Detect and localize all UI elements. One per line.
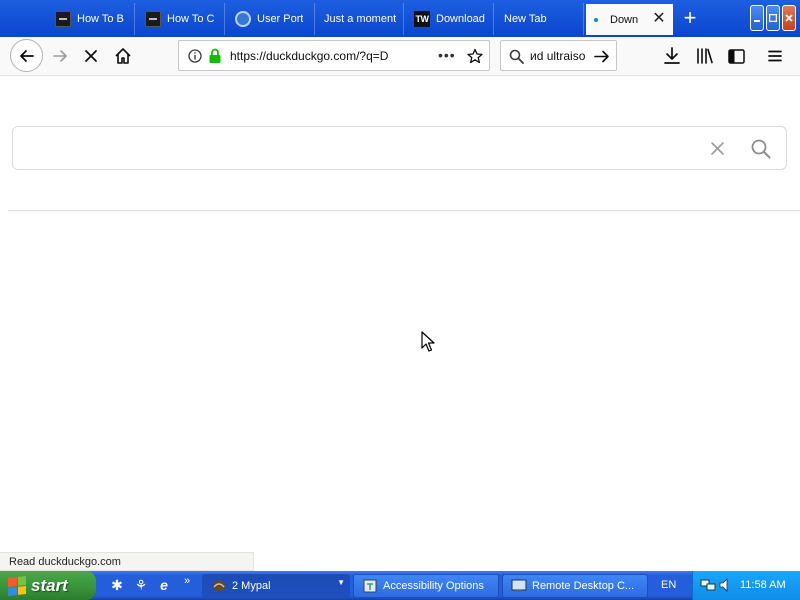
tab-title: User Port [257,13,304,25]
close-icon [785,14,793,22]
page-content [0,77,800,570]
home-icon [115,48,131,64]
library-icon [697,48,713,64]
tab-title: Just a moment [324,13,397,25]
stop-x-icon [85,50,97,62]
downloads-button[interactable] [657,41,687,71]
library-button[interactable] [690,41,720,71]
arrow-right-icon [53,50,67,62]
start-button[interactable]: start [0,571,96,600]
close-tab-icon[interactable]: ✕ [651,11,667,27]
group-dropdown-icon: ▼ [337,578,345,587]
tab-title: How To B [77,13,124,25]
quicklaunch-snowflake-icon[interactable]: ✱ [108,576,126,594]
chevron-more-icon[interactable]: » [178,572,196,590]
lock-icon[interactable] [208,48,222,64]
windows-logo-icon [8,575,26,596]
tab-title: How To C [167,13,215,25]
tab-title: Download [436,13,485,25]
taskbar-button-label: Accessibility Options [383,580,484,592]
clear-search-icon[interactable] [710,141,725,156]
taskbar: start ✱ ⚘ e » 2 Mypal ▼ Accessibility Op… [0,571,800,600]
tw-icon: TW [414,11,430,27]
taskbar-button-accessibility-options[interactable]: Accessibility Options [353,574,499,598]
tab-download[interactable]: TW Download [406,3,494,35]
site-favicon-icon [55,11,71,27]
network-icon[interactable] [700,577,716,596]
tab-new-tab[interactable]: New Tab [496,3,584,35]
page-actions-icon[interactable]: ••• [438,47,456,63]
url-text[interactable]: https://duckduckgo.com/?q=D [230,49,405,63]
tab-how-to-b[interactable]: How To B [47,3,135,35]
maximize-icon [769,14,777,22]
loading-dot-icon [594,17,598,22]
header-divider [8,210,800,211]
download-icon [664,47,680,64]
tab-how-to-c[interactable]: How To C [137,3,225,35]
taskbar-button-mypal[interactable]: 2 Mypal ▼ [202,574,350,598]
sidebar-icon [727,48,745,64]
info-icon[interactable] [188,49,202,63]
refresh-globe-icon [235,11,251,27]
back-button[interactable] [10,39,43,72]
window-controls [750,5,796,31]
search-submit-icon[interactable] [751,139,771,159]
taskbar-button-label: Remote Desktop C... [532,580,635,592]
url-bar[interactable]: https://duckduckgo.com/?q=D ••• [178,40,490,71]
site-favicon-icon [145,11,161,27]
sidebar-button[interactable] [721,41,751,71]
home-button[interactable] [108,41,138,71]
system-tray: 11:58 AM [692,571,800,600]
language-indicator[interactable]: EN [661,579,676,591]
taskbar-button-remote-desktop[interactable]: Remote Desktop C... [502,574,648,598]
tab-active-download[interactable]: Down ✕ [586,4,673,35]
close-window-button[interactable] [782,5,796,31]
accessibility-icon [362,578,378,594]
remote-desktop-icon [511,578,527,594]
tab-user-portal[interactable]: User Port [227,3,315,35]
start-label: start [31,575,68,595]
hamburger-menu-icon [768,50,782,62]
volume-icon[interactable] [718,577,732,596]
bookmark-star-icon[interactable] [467,48,483,64]
navigation-toolbar: https://duckduckgo.com/?q=D ••• иd ultra… [0,37,800,76]
search-bar-text[interactable]: иd ultraiso [530,49,590,63]
menu-button[interactable] [760,41,790,71]
mouse-cursor-icon [421,331,435,352]
arrow-left-icon [19,49,34,62]
tab-title: New Tab [504,13,547,25]
stop-button[interactable] [76,41,106,71]
minimize-button[interactable] [750,5,764,31]
taskbar-button-label: 2 Mypal [232,580,271,592]
ddg-search-input[interactable] [25,137,695,161]
tab-just-a-moment[interactable]: Just a moment [316,3,404,35]
go-arrow-icon[interactable] [594,49,610,64]
search-bar[interactable]: иd ultraiso [500,40,617,71]
tab-strip: How To B How To C User Port Just a momen… [0,0,800,37]
ddg-search-box[interactable] [12,126,787,170]
search-icon [509,49,524,64]
internet-explorer-icon[interactable]: e [155,576,173,594]
maximize-button[interactable] [766,5,780,31]
minimize-icon [754,20,760,22]
forward-button[interactable] [45,41,75,71]
new-tab-button[interactable]: + [677,6,703,32]
mypal-icon [211,578,227,594]
status-bar-text: Read duckduckgo.com [0,552,254,571]
clock[interactable]: 11:58 AM [740,579,786,591]
quicklaunch-app-icon[interactable]: ⚘ [132,576,150,594]
tab-title: Down [610,13,639,26]
